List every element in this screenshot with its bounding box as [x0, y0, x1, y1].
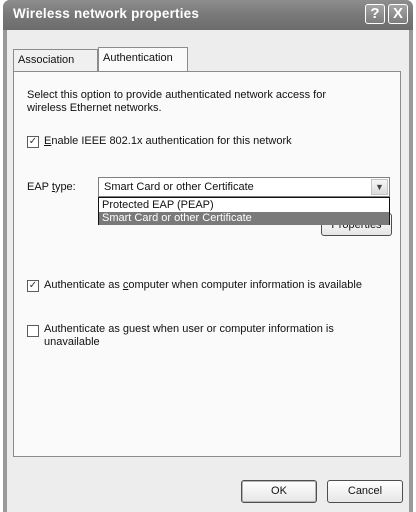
eap-option-smart-card[interactable]: Smart Card or other Certificate	[99, 212, 389, 225]
eap-type-dropdown-list: Protected EAP (PEAP) Smart Card or other…	[98, 197, 390, 225]
tab-authentication[interactable]: Authentication	[98, 47, 188, 71]
enable-8021x-label: Enable IEEE 802.1x authentication for th…	[44, 135, 292, 147]
eap-option-peap[interactable]: Protected EAP (PEAP)	[99, 199, 389, 212]
dialog-window: Wireless network properties ? X Associat…	[3, 0, 413, 512]
auth-description: Select this option to provide authentica…	[27, 89, 327, 114]
auth-as-computer-label: Authenticate as computer when computer i…	[44, 279, 362, 291]
chevron-down-icon[interactable]: ▼	[371, 179, 388, 195]
eap-type-selected: Smart Card or other Certificate	[104, 181, 254, 193]
tab-association[interactable]: Association	[13, 49, 98, 71]
eap-type-select[interactable]: Smart Card or other Certificate ▼	[98, 177, 390, 197]
auth-as-computer-checkbox[interactable]: ✓	[27, 280, 39, 292]
title-bar[interactable]: Wireless network properties ? X	[3, 0, 413, 30]
auth-as-guest-checkbox[interactable]	[27, 325, 39, 337]
checkmark-icon: ✓	[28, 280, 38, 291]
window-title: Wireless network properties	[13, 6, 200, 21]
cancel-button[interactable]: Cancel	[327, 480, 403, 503]
dialog-client-area: Association Authentication Select this o…	[7, 30, 409, 512]
ok-button[interactable]: OK	[241, 480, 317, 503]
close-button[interactable]: X	[388, 4, 408, 24]
authentication-panel: Select this option to provide authentica…	[13, 71, 401, 457]
auth-as-guest-label: Authenticate as guest when user or compu…	[44, 323, 334, 348]
help-button[interactable]: ?	[365, 4, 385, 24]
eap-type-label: EAP type:	[27, 181, 76, 193]
enable-8021x-checkbox[interactable]: ✓	[27, 136, 39, 148]
checkmark-icon: ✓	[28, 136, 38, 147]
